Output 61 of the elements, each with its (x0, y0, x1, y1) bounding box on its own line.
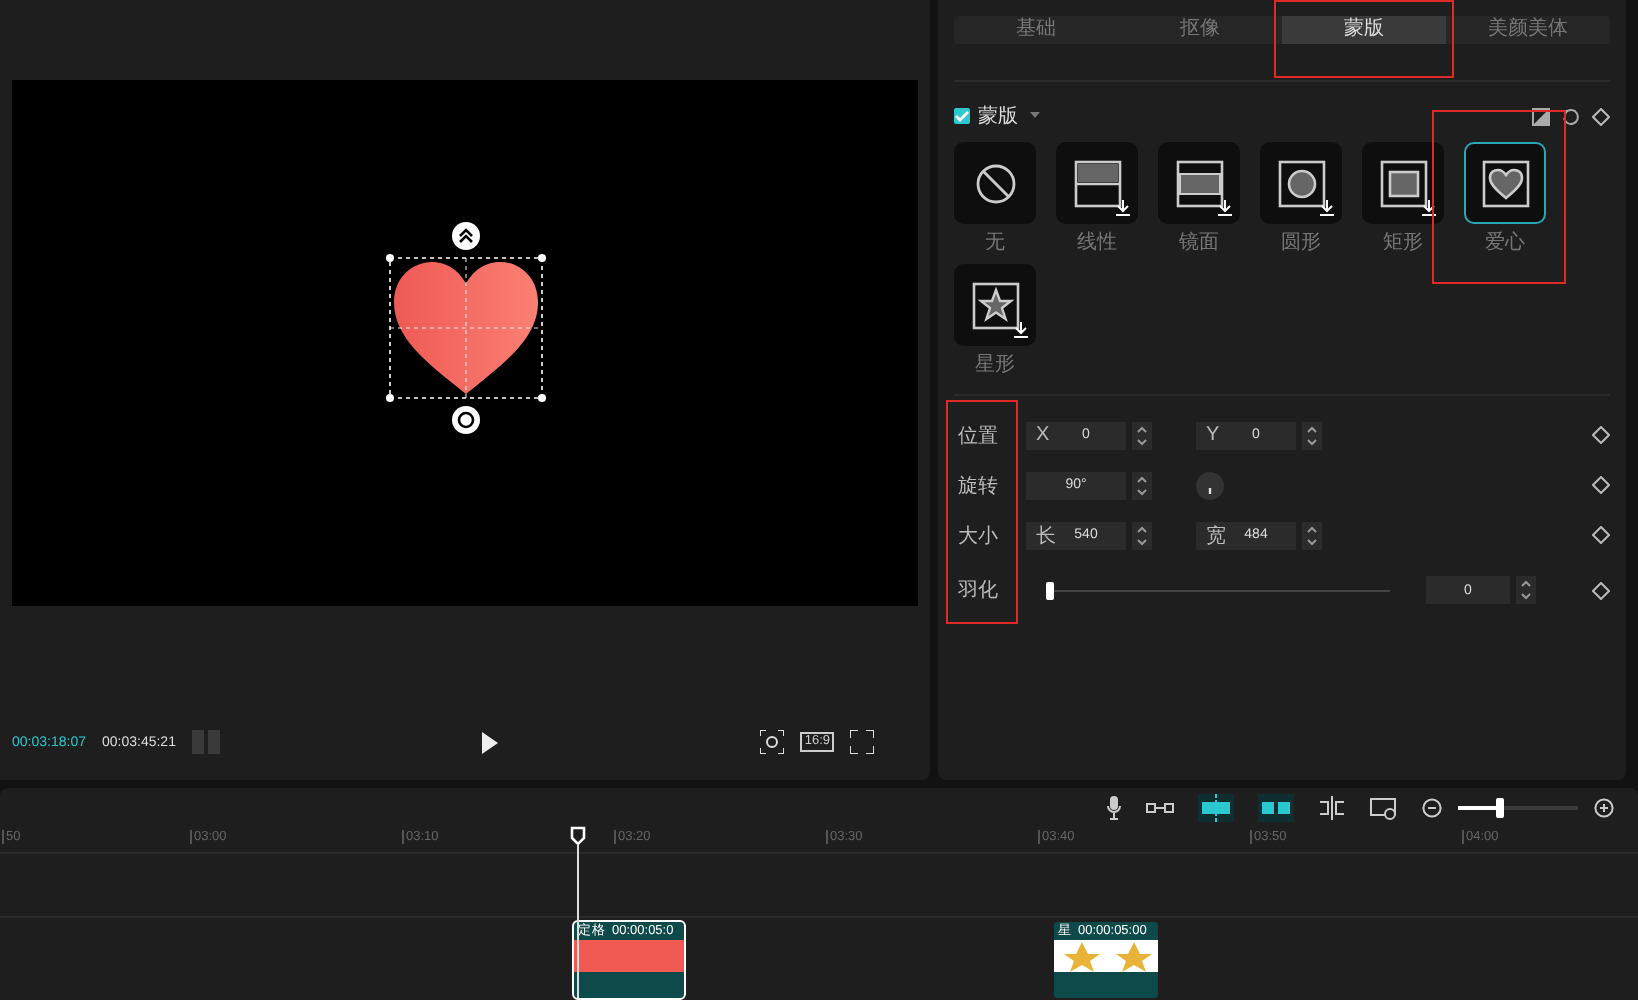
mask-option[interactable] (1260, 142, 1342, 224)
fullscreen-icon[interactable] (850, 730, 874, 754)
clip-thumbnail (574, 940, 684, 972)
star-mask-icon (969, 279, 1021, 331)
keyframe-icon[interactable] (1592, 476, 1610, 494)
download-icon (1218, 200, 1232, 216)
stepper-icon[interactable] (1132, 421, 1152, 449)
mask-option-label: 矩形 (1383, 230, 1423, 256)
rect-mask-icon (1377, 157, 1429, 209)
property-label: 大小 (958, 523, 1000, 549)
keyframe-icon[interactable] (1592, 107, 1610, 125)
stepper-icon[interactable] (1132, 521, 1152, 549)
mask-option[interactable] (1158, 142, 1240, 224)
move-handle-icon[interactable] (451, 221, 479, 249)
zoom-out-icon[interactable] (1422, 798, 1442, 818)
download-icon (1116, 200, 1130, 216)
checkbox[interactable] (954, 108, 970, 124)
mask-option[interactable] (954, 264, 1036, 346)
stepper-icon[interactable] (1516, 576, 1536, 604)
mask-option-label: 爱心 (1485, 229, 1525, 256)
mask-option[interactable] (1362, 142, 1444, 224)
heart-mask-icon (1479, 157, 1531, 209)
rotate-handle-icon[interactable] (451, 405, 479, 433)
zoom-fit-icon[interactable] (760, 730, 785, 754)
keyframe-icon[interactable] (1592, 581, 1610, 599)
download-icon (1320, 200, 1334, 216)
stepper-icon[interactable] (1302, 421, 1322, 449)
mask-option-label: 无 (985, 230, 1005, 256)
mask-option-label: 镜面 (1179, 229, 1219, 256)
stepper-icon[interactable] (1132, 471, 1152, 499)
preview-icon[interactable] (1370, 797, 1398, 819)
split-icon[interactable] (1318, 796, 1346, 820)
mask-option[interactable] (1056, 142, 1138, 224)
keyframe-icon[interactable] (1592, 526, 1610, 544)
star-thumbnail-drawing (1054, 940, 1158, 972)
property-label: 位置 (958, 423, 1000, 449)
keyframe-icon[interactable] (1592, 426, 1610, 444)
snap-icon[interactable] (1198, 794, 1234, 822)
circle-mask-icon (1275, 157, 1327, 209)
download-icon (1422, 200, 1436, 216)
property-label: 旋转 (958, 473, 1000, 499)
zoom-in-icon[interactable] (1594, 798, 1614, 818)
linkage-icon[interactable] (1258, 794, 1294, 822)
mirror-mask-icon (1173, 157, 1225, 209)
mask-option-label: 星形 (975, 352, 1015, 378)
mask-option-label: 线性 (1077, 229, 1117, 256)
caret-icon[interactable] (1030, 112, 1040, 120)
link-icon[interactable] (1146, 800, 1174, 816)
microphone-icon[interactable] (1106, 796, 1122, 820)
download-icon (1014, 322, 1028, 338)
play-icon[interactable] (480, 731, 501, 753)
stepper-icon[interactable] (1302, 521, 1322, 549)
linear-mask-icon (1071, 157, 1123, 209)
invert-icon[interactable] (1532, 107, 1550, 125)
mask-option-label: 圆形 (1281, 230, 1321, 256)
property-label: 羽化 (958, 578, 1000, 604)
reset-icon[interactable] (1562, 107, 1580, 125)
tab[interactable]: 蒙版 (1282, 16, 1446, 44)
mask-option[interactable] (954, 142, 1036, 224)
mask-option[interactable] (1464, 142, 1546, 224)
section-title: 蒙版 (978, 103, 1018, 130)
